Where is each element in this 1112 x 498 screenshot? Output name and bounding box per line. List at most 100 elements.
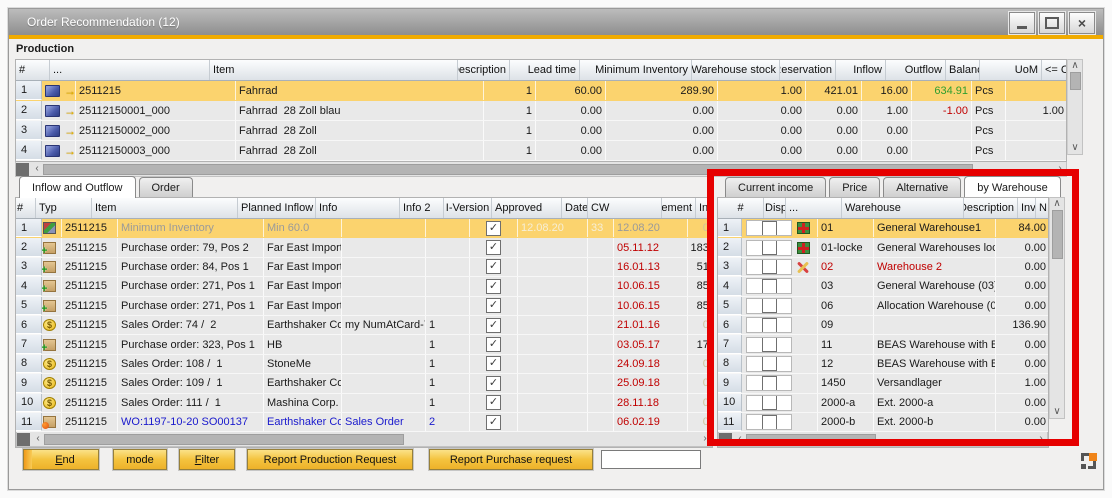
warehouse-description[interactable]: Allocation Warehouse (06) [874, 297, 996, 315]
warehouse-row[interactable]: 5 06 Allocation Warehouse (06) 0.00 [718, 297, 1049, 316]
row-number[interactable]: 4 [16, 141, 42, 160]
row-number[interactable]: 2 [16, 238, 42, 256]
cw[interactable] [588, 335, 614, 353]
scroll-thumb[interactable] [1052, 210, 1063, 259]
row-number[interactable]: 3 [16, 258, 42, 276]
column-header[interactable]: # [16, 198, 36, 218]
lead-time[interactable]: 1 [484, 121, 536, 140]
column-header[interactable]: Item [92, 198, 238, 218]
warehouse-stock[interactable]: 289.90 [606, 81, 718, 100]
cw-quantity[interactable]: 1.00 [1006, 101, 1067, 120]
info[interactable]: Earthshaker Cor [264, 374, 342, 392]
display-checkbox[interactable] [762, 356, 777, 371]
date-of-requirement[interactable]: 12.08.20 [614, 219, 688, 237]
scroll-left-icon[interactable]: ‹ [31, 163, 43, 175]
column-header[interactable]: Inflow [836, 60, 886, 80]
i-version[interactable] [426, 238, 470, 256]
column-header[interactable]: <= CW 33 [1042, 60, 1067, 80]
cw[interactable] [588, 258, 614, 276]
date-of-requirement[interactable]: 10.06.15 [614, 277, 688, 295]
warehouse-code[interactable]: 12 [818, 355, 874, 373]
cw[interactable] [588, 297, 614, 315]
item-description[interactable]: Fahrrad 28 Zoll blau [236, 101, 484, 120]
end-button[interactable]: End [23, 449, 99, 470]
scroll-corner[interactable] [719, 433, 732, 446]
item-description[interactable]: Fahrrad 28 Zoll [236, 141, 484, 160]
inventory[interactable]: 0.00 [996, 413, 1049, 431]
item-description[interactable]: Fahrrad 28 Zoll [236, 121, 484, 140]
warehouse-description[interactable]: Ext. 2000-a [874, 394, 996, 412]
outflow[interactable]: 1.00 [862, 101, 912, 120]
scroll-down-icon[interactable]: ∨ [1069, 142, 1081, 154]
date-of-order[interactable] [518, 277, 588, 295]
column-header[interactable]: ... [50, 60, 210, 80]
row-number[interactable]: 11 [16, 413, 42, 431]
planned-inflow-outflow[interactable]: Minimum Inventory [118, 219, 264, 237]
item-code[interactable]: 25112150002_000 [76, 121, 236, 140]
scroll-thumb[interactable] [746, 434, 876, 445]
scroll-track[interactable] [1070, 72, 1081, 142]
item-code[interactable]: 25112150001_000 [76, 101, 236, 120]
cw[interactable] [588, 374, 614, 392]
column-header[interactable]: Planned Inflow and Outflow [238, 198, 316, 218]
warehouse-stock[interactable]: 0.00 [606, 141, 718, 160]
maximize-button[interactable] [1039, 12, 1065, 34]
warehouse-code[interactable]: 06 [818, 297, 874, 315]
info[interactable]: StoneMe [264, 355, 342, 373]
column-header[interactable]: Typ [36, 198, 92, 218]
cw[interactable] [588, 277, 614, 295]
inventory[interactable]: 84.00 [996, 219, 1049, 237]
info-2[interactable]: my NumAtCard-74 [342, 316, 426, 334]
window-titlebar[interactable]: Order Recommendation (12) [9, 9, 1103, 35]
minimize-button[interactable] [1009, 12, 1035, 34]
row-number[interactable]: 2 [718, 238, 742, 256]
i-version[interactable]: 1 [426, 374, 470, 392]
warehouse-hscrollbar[interactable]: ‹ › [718, 432, 1048, 447]
column-header[interactable]: Inflow [696, 198, 713, 218]
column-header[interactable]: UoM [980, 60, 1042, 80]
info[interactable]: Far East Imports [264, 297, 342, 315]
reservation[interactable]: 0.00 [718, 141, 806, 160]
approved-checkbox[interactable]: ✓ [486, 259, 501, 274]
warehouse-stock[interactable]: 0.00 [606, 101, 718, 120]
scroll-up-icon[interactable]: ∧ [1069, 60, 1081, 72]
date-of-order[interactable] [518, 335, 588, 353]
i-version[interactable] [426, 297, 470, 315]
warehouse-stock[interactable]: 0.00 [606, 121, 718, 140]
flow-row[interactable]: 8 2511215 Sales Order: 108 / 1 StoneMe 1… [16, 355, 713, 374]
warehouse-row[interactable]: 1 01 General Warehouse1 84.00 [718, 219, 1049, 238]
i-version[interactable] [426, 277, 470, 295]
inflow[interactable]: 0.00 [806, 141, 862, 160]
warehouse-code[interactable]: 2000-a [818, 394, 874, 412]
item-code[interactable]: 2511215 [62, 413, 118, 431]
outflow[interactable]: 0.00 [862, 141, 912, 160]
approved-checkbox[interactable]: ✓ [486, 376, 501, 391]
column-header[interactable]: N [1036, 198, 1049, 218]
cw-quantity[interactable] [1006, 141, 1067, 160]
cw[interactable] [588, 394, 614, 412]
item-code[interactable]: 2511215 [62, 258, 118, 276]
scroll-thumb[interactable] [43, 164, 973, 175]
i-version[interactable]: 1 [426, 316, 470, 334]
items-vscrollbar[interactable]: ∧ ∨ [1067, 59, 1083, 155]
item-code[interactable]: 2511215 [62, 335, 118, 353]
i-version[interactable]: 1 [426, 394, 470, 412]
date-of-requirement[interactable]: 16.01.13 [614, 258, 688, 276]
date-of-requirement[interactable]: 28.11.18 [614, 394, 688, 412]
row-number[interactable]: 10 [718, 394, 742, 412]
inventory[interactable]: 0.00 [996, 258, 1049, 276]
row-number[interactable]: 4 [718, 277, 742, 295]
row-number[interactable]: 7 [718, 335, 742, 353]
info-2[interactable] [342, 277, 426, 295]
date-of-order[interactable] [518, 297, 588, 315]
column-header[interactable]: Reservation [780, 60, 836, 80]
column-header[interactable]: Info 2 [400, 198, 444, 218]
warehouse-row[interactable]: 7 11 BEAS Warehouse with Bin 0.00 [718, 335, 1049, 354]
column-header[interactable]: ... [786, 198, 842, 218]
info-2[interactable] [342, 297, 426, 315]
item-row[interactable]: 2 → 25112150001_000 Fahrrad 28 Zoll blau… [16, 101, 1066, 121]
column-header[interactable]: I-Version [444, 198, 492, 218]
cw[interactable]: 33 [588, 219, 614, 237]
flow-row[interactable]: 3 2511215 Purchase order: 84, Pos 1 Far … [16, 258, 713, 277]
date-of-order[interactable] [518, 374, 588, 392]
